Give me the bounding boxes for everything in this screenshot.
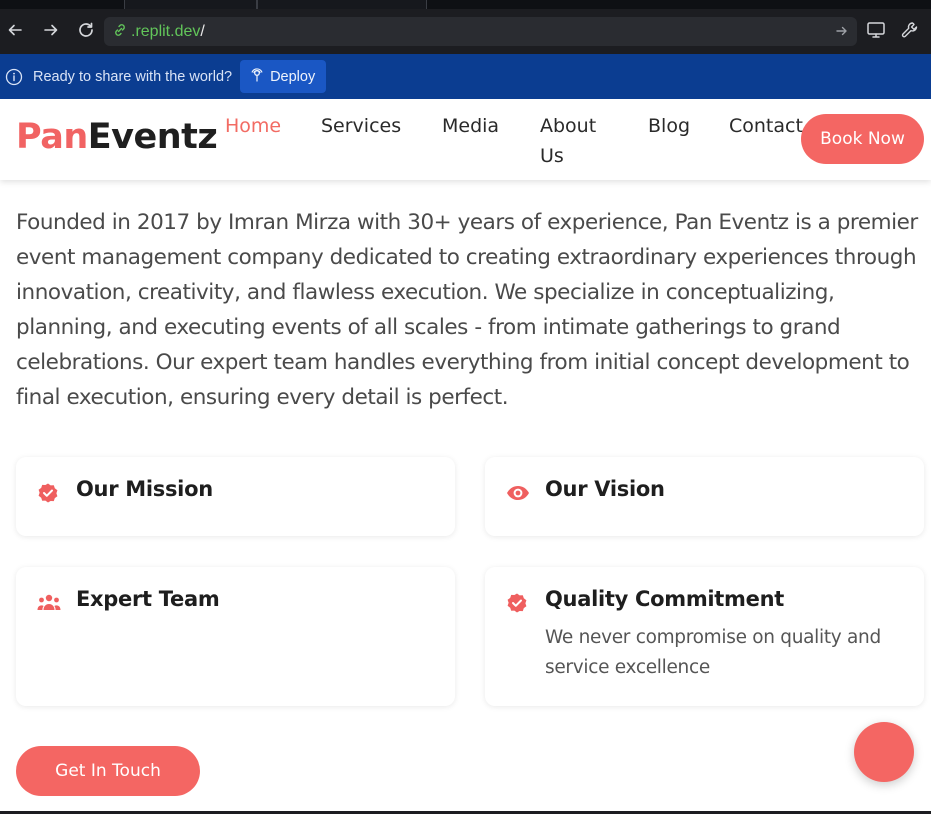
deploy-icon [250, 67, 264, 86]
url-host: .replit.dev [131, 22, 201, 40]
book-now-button[interactable]: Book Now [801, 114, 924, 164]
card-quality-commitment: Quality Commitment We never compromise o… [485, 567, 924, 706]
card-description: We never compromise on quality and servi… [545, 627, 881, 678]
url-path: / [200, 22, 205, 40]
nav-media[interactable]: Media [442, 111, 499, 141]
tab-strip [0, 0, 931, 9]
site-logo[interactable]: PanEventz [16, 117, 218, 157]
browser-toolbar: .replit.dev/ [0, 9, 931, 54]
nav-home[interactable]: Home [225, 111, 281, 141]
card-title: Our Vision [545, 477, 665, 501]
logo-pan: Pan [16, 117, 88, 157]
devices-icon[interactable] [866, 20, 886, 44]
link-icon [112, 22, 128, 42]
about-paragraph: Founded in 2017 by Imran Mirza with 30+ … [16, 210, 918, 410]
card-title: Quality Commitment [545, 587, 784, 611]
get-in-touch-button[interactable]: Get In Touch [16, 746, 200, 796]
nav-about-line2: Us [540, 145, 564, 167]
forward-icon[interactable] [40, 19, 62, 41]
info-icon [5, 68, 23, 86]
address-bar[interactable]: .replit.dev/ [104, 17, 857, 46]
card-expert-team: Expert Team [16, 567, 455, 706]
users-icon [37, 592, 61, 614]
back-icon[interactable] [4, 19, 26, 41]
nav-contact[interactable]: Contact [729, 111, 803, 141]
floating-action-button[interactable] [854, 722, 914, 782]
reload-icon[interactable] [75, 19, 97, 41]
badge-check-icon [506, 592, 528, 614]
nav-about-us[interactable]: About Us [540, 111, 596, 171]
card-mission: Our Mission [16, 457, 455, 536]
nav-about-line1: About [540, 115, 597, 137]
go-arrow-icon[interactable] [835, 23, 849, 42]
eye-icon [506, 482, 529, 504]
wrench-icon[interactable] [900, 20, 920, 44]
card-title: Expert Team [76, 587, 220, 611]
browser-tab[interactable] [257, 0, 427, 9]
deploy-button[interactable]: Deploy [240, 60, 327, 93]
badge-check-icon [37, 482, 59, 504]
card-vision: Our Vision [485, 457, 924, 536]
page-viewport: PanEventz Home Services Media About Us B… [0, 99, 931, 811]
site-header: PanEventz Home Services Media About Us B… [0, 99, 931, 180]
nav-blog[interactable]: Blog [648, 111, 690, 141]
nav-services[interactable]: Services [321, 111, 401, 141]
logo-eventz: Eventz [87, 117, 218, 157]
deploy-label: Deploy [270, 68, 316, 85]
url-text: .replit.dev/ [131, 23, 205, 41]
card-title: Our Mission [76, 477, 213, 501]
banner-message: Ready to share with the world? [33, 68, 233, 85]
deploy-banner: Ready to share with the world? Deploy [0, 54, 931, 99]
browser-tab[interactable] [124, 0, 257, 9]
